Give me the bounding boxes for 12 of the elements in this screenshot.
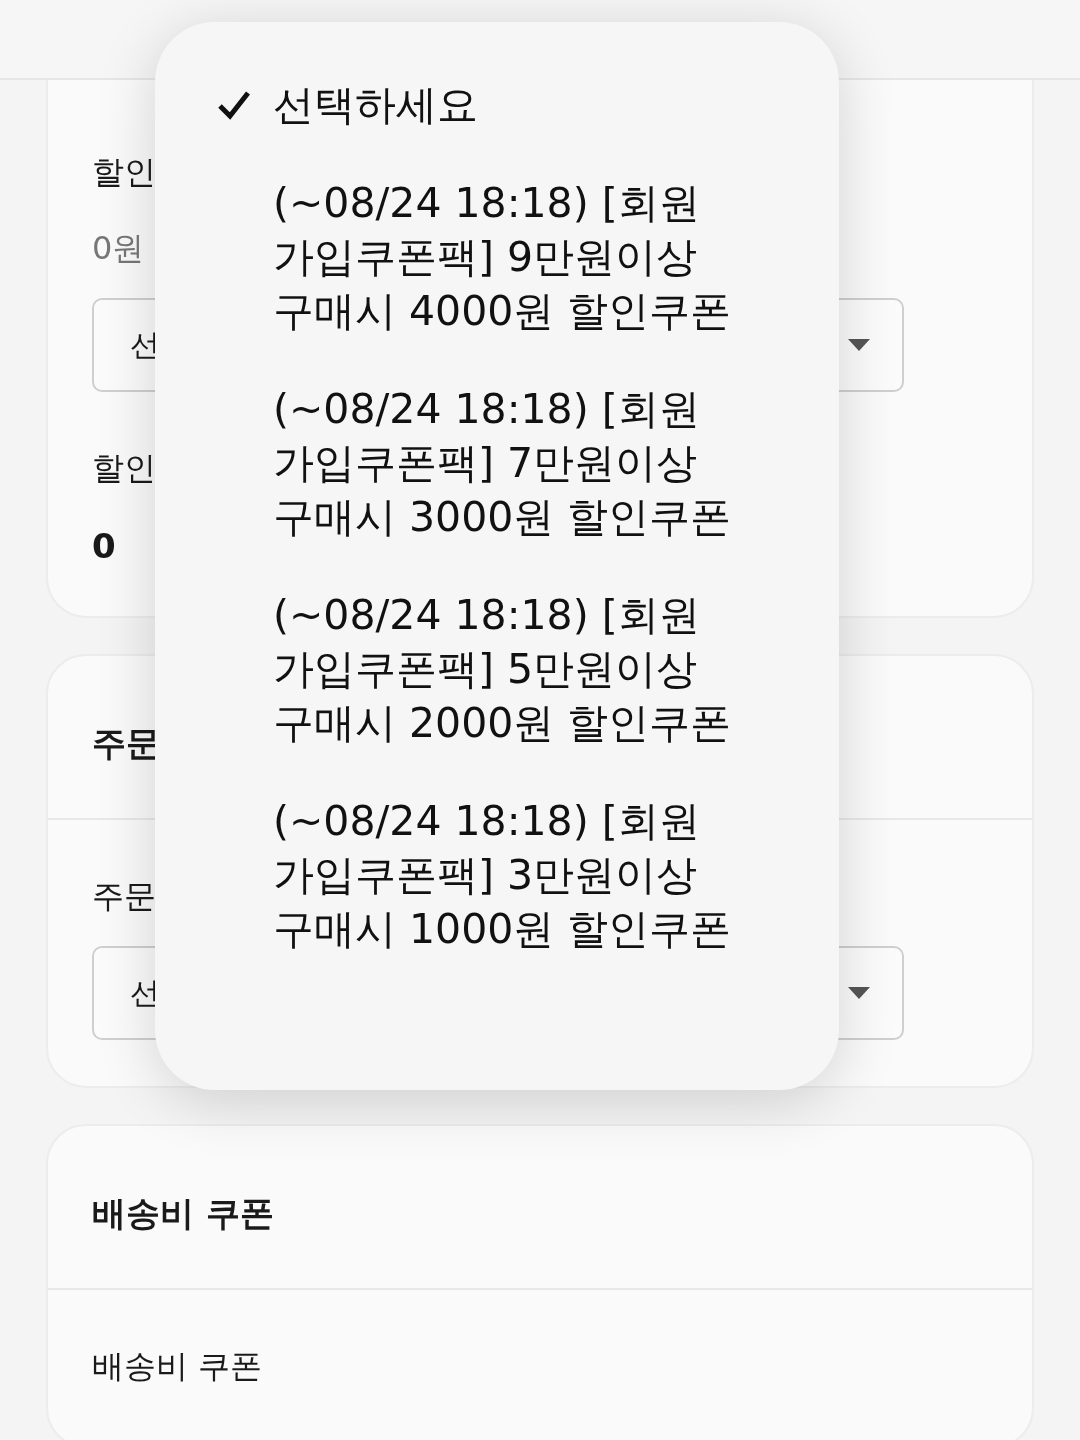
caret-icon bbox=[848, 987, 870, 999]
shipping-coupon-label: 배송비 쿠폰 bbox=[92, 1346, 263, 1386]
discount-amount: 0원 bbox=[92, 228, 145, 268]
discount-label: 할인 bbox=[92, 448, 156, 488]
discount-label: 할인 bbox=[92, 152, 156, 192]
dropdown-option[interactable]: 선택하세요 bbox=[273, 78, 758, 132]
section-title: 배송비 쿠폰 bbox=[48, 1126, 1032, 1290]
discount-value: 0 bbox=[92, 526, 116, 566]
dropdown-option[interactable]: (~08/24 18:18) [회원 가입쿠폰팩] 9만원이상 구매시 4000원 할인쿠폰 bbox=[273, 176, 758, 338]
caret-icon bbox=[848, 339, 870, 351]
order-coupon-label: 주문 bbox=[92, 876, 156, 916]
dropdown-option[interactable]: (~08/24 18:18) [회원 가입쿠폰팩] 7만원이상 구매시 3000원 할인쿠폰 bbox=[273, 382, 758, 544]
